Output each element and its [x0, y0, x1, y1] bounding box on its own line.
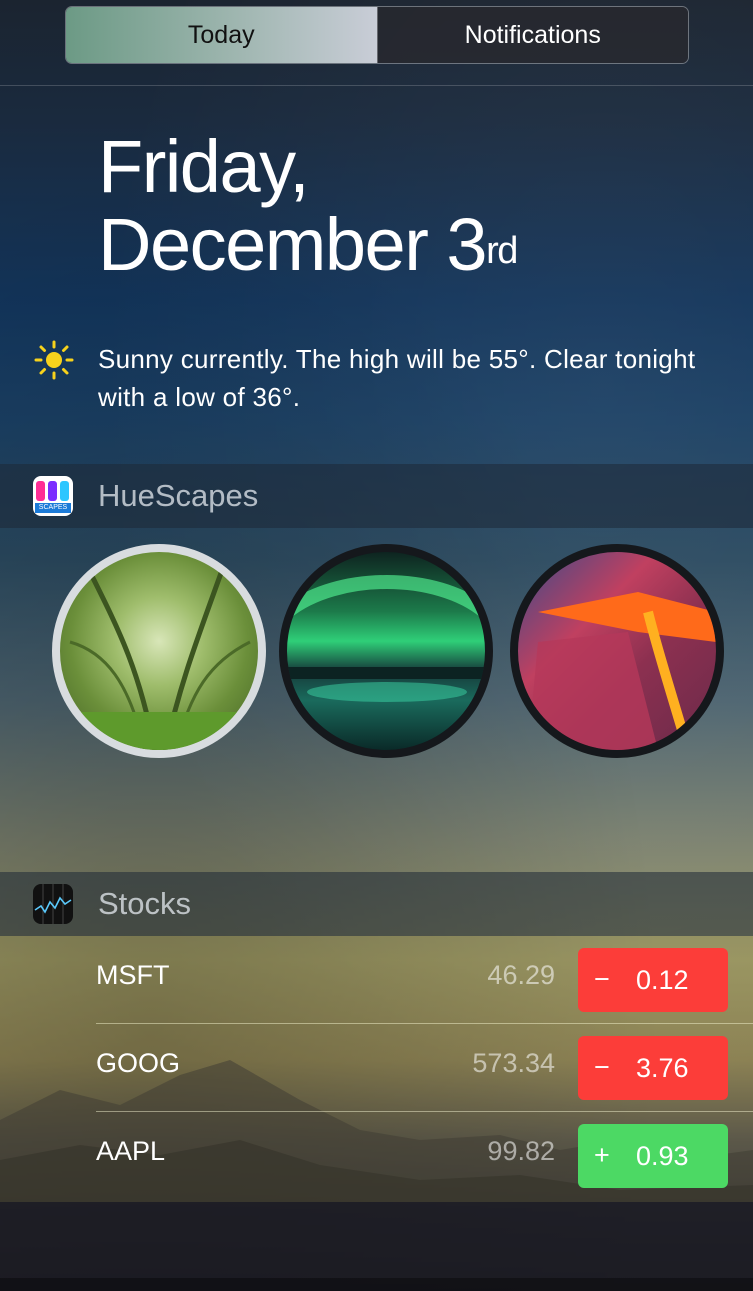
stocks-chart-icon — [34, 884, 72, 924]
stock-symbol: MSFT — [96, 960, 170, 990]
bottom-grabber-bar[interactable] — [0, 1278, 753, 1291]
change-value: 0.93 — [636, 1141, 689, 1171]
sun-icon — [34, 340, 74, 380]
stock-row-aapl[interactable]: AAPL 99.82 + 0.93 — [96, 1112, 753, 1200]
lava-image — [528, 592, 716, 750]
forest-image — [60, 561, 258, 750]
today-notifications-segmented-control: Today Notifications — [65, 6, 689, 64]
date-weekday: Friday, — [98, 125, 310, 208]
date-full: December 3rd — [98, 203, 518, 286]
stocks-app-icon[interactable] — [33, 884, 73, 924]
stock-price: 99.82 — [487, 1136, 555, 1166]
stock-symbol: GOOG — [96, 1048, 181, 1078]
stock-price: 573.34 — [472, 1048, 555, 1078]
change-sign: − — [594, 1052, 610, 1082]
huescapes-icon-text: SCAPES — [38, 504, 68, 511]
aurora-scene-button[interactable] — [279, 544, 493, 758]
stocks-widget-title: Stocks — [98, 886, 192, 921]
aurora-image — [287, 575, 485, 702]
forest-scene-button[interactable] — [52, 544, 266, 758]
date-heading: Friday, December 3rd — [98, 125, 518, 286]
change-sign: − — [594, 964, 610, 994]
tab-notifications[interactable]: Notifications — [376, 7, 688, 63]
stock-price: 46.29 — [487, 960, 555, 990]
stock-row-goog[interactable]: GOOG 573.34 − 3.76 — [96, 1024, 753, 1112]
stock-change-badge[interactable]: + 0.93 — [578, 1124, 728, 1188]
stocks-widget-header[interactable]: Stocks — [0, 872, 753, 936]
stock-change-badge[interactable]: − 3.76 — [578, 1036, 728, 1100]
weather-summary: Sunny currently. The high will be 55°. C… — [98, 344, 696, 412]
change-value: 3.76 — [636, 1053, 689, 1083]
header-divider — [0, 85, 753, 86]
huescapes-widget-title: HueScapes — [98, 478, 259, 513]
lava-scene-button[interactable] — [510, 544, 724, 758]
change-value: 0.12 — [636, 965, 689, 995]
stock-change-badge[interactable]: − 0.12 — [578, 948, 728, 1012]
date-ordinal-suffix: rd — [486, 230, 518, 272]
stock-row-msft[interactable]: MSFT 46.29 − 0.12 — [96, 936, 753, 1024]
tab-today[interactable]: Today — [66, 7, 377, 63]
huescapes-app-icon[interactable]: SCAPES — [33, 476, 73, 516]
date-month-day: December 3 — [98, 203, 488, 286]
stock-symbol: AAPL — [96, 1136, 166, 1166]
change-sign: + — [594, 1140, 610, 1170]
huescapes-widget-header[interactable]: SCAPES HueScapes — [0, 464, 753, 528]
